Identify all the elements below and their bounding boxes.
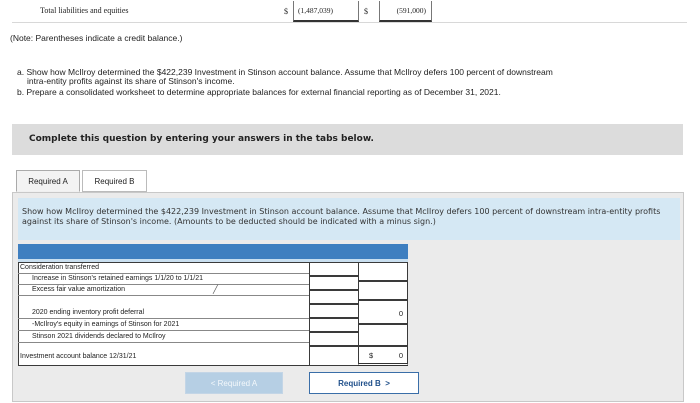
worksheet-header (18, 244, 408, 259)
panel-title: Complete this question by entering your … (29, 134, 374, 144)
total-input[interactable] (358, 281, 408, 300)
total-input[interactable] (358, 262, 408, 281)
total-input[interactable] (358, 324, 408, 346)
amount-input[interactable] (309, 318, 359, 332)
tab-required-a[interactable]: Required A (16, 170, 80, 192)
next-button-label: Required B > (338, 378, 390, 388)
amount-input[interactable] (309, 276, 359, 290)
divider (12, 22, 687, 23)
checkmark-icon: ╱ (213, 285, 218, 294)
credit-note: (Note: Parentheses indicate a credit bal… (10, 33, 183, 43)
worksheet-row: Stinson 2021 dividends declared to McIlr… (18, 332, 310, 343)
task-b: b. Prepare a consolidated worksheet to d… (17, 87, 501, 97)
row-label-equity-earnings: -McIlroy's equity in earnings of Stinson… (32, 321, 180, 328)
worksheet-row: Investment account balance 12/31/21 (18, 345, 310, 365)
tab-required-a-label: Required A (28, 176, 68, 186)
worksheet-row: 2020 ending inventory profit deferral (18, 308, 310, 319)
tab-required-b-label: Required B (94, 176, 135, 186)
row-label-dividends: Stinson 2021 dividends declared to McIlr… (32, 333, 166, 340)
row-label-consideration: Consideration transferred (20, 264, 99, 271)
row-label-retained-earnings: Increase in Stinson's retained earnings … (32, 275, 204, 282)
next-required-b-button[interactable]: Required B > (309, 372, 419, 394)
prev-required-a-button[interactable]: < Required A (185, 372, 283, 394)
worksheet-row: Consideration transferred (18, 263, 310, 274)
total-dollar-sign-1: $ (284, 7, 288, 16)
amount-input[interactable] (309, 304, 359, 318)
amount-input[interactable] (309, 262, 359, 276)
total-liabilities-label: Total liabilities and equities (40, 6, 129, 15)
total-value-1: (1,487,039) (293, 1, 359, 22)
worksheet-row: Excess fair value amortization ╱ (18, 285, 310, 296)
total-dollar-sign-2: $ (364, 7, 368, 16)
instruction-text: Show how McIlroy determined the $422,239… (22, 207, 661, 226)
amount-input[interactable] (309, 332, 359, 346)
row-label-investment-balance: Investment account balance 12/31/21 (20, 353, 137, 360)
row-label-inventory-deferral: 2020 ending inventory profit deferral (32, 309, 145, 316)
amount-input[interactable] (309, 290, 359, 304)
total-value-2: (591,000) (379, 1, 432, 22)
dollar-sign: $ (369, 351, 374, 360)
row-label-excess-amortization: Excess fair value amortization (32, 286, 125, 293)
task-a-continued: intra-entity profits against its share o… (27, 76, 235, 86)
tab-required-b[interactable]: Required B (82, 170, 147, 192)
worksheet-row: -McIlroy's equity in earnings of Stinson… (18, 320, 310, 331)
worksheet-row (18, 296, 310, 307)
amount-input[interactable] (309, 346, 359, 366)
investment-balance-value: 0 (398, 351, 403, 360)
inventory-deferral-value[interactable]: 0 (358, 300, 408, 324)
investment-balance-input[interactable]: $ 0 (358, 346, 408, 366)
prev-button-label: < Required A (210, 378, 258, 388)
worksheet-row: Increase in Stinson's retained earnings … (18, 274, 310, 285)
